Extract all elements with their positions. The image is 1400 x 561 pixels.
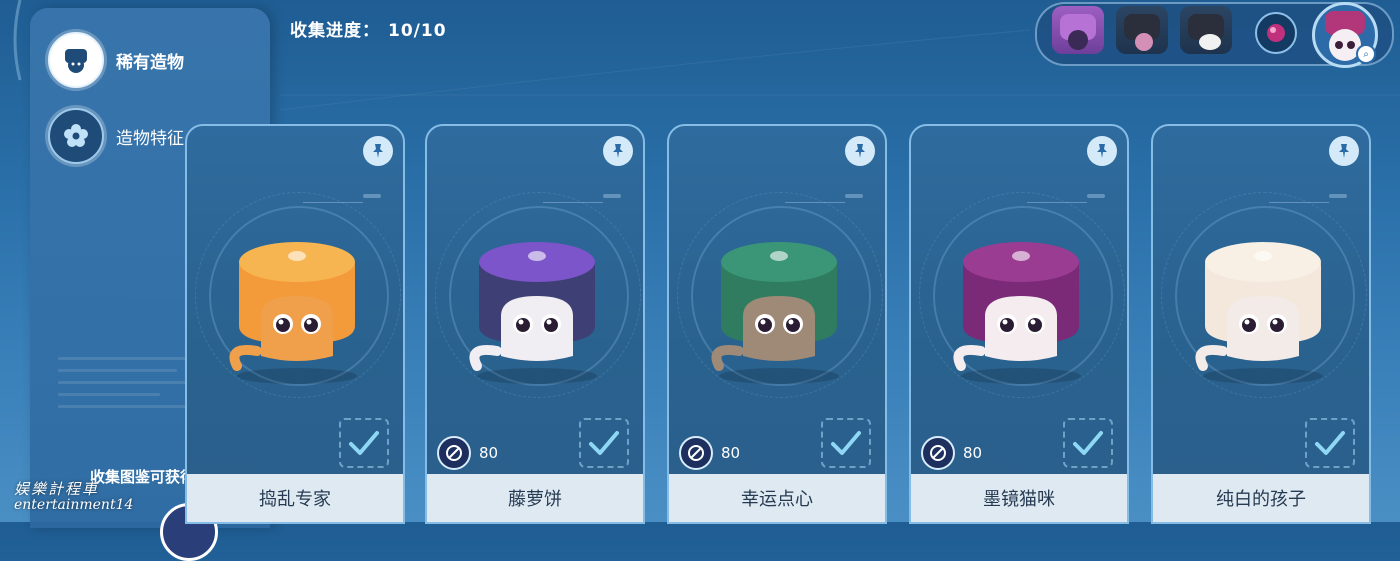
progress-value: 10/10 bbox=[388, 21, 447, 41]
cost-display: 80 bbox=[921, 436, 982, 470]
card-name: 藤萝饼 bbox=[427, 474, 643, 522]
currency-icon bbox=[921, 436, 955, 470]
pin-icon[interactable] bbox=[1329, 136, 1359, 166]
currency-icon bbox=[437, 436, 471, 470]
creation-card[interactable]: 80 藤萝饼 bbox=[425, 124, 645, 524]
card-line-decoration bbox=[1269, 202, 1329, 203]
card-line-decoration bbox=[303, 202, 363, 203]
card-line-decoration bbox=[543, 202, 603, 203]
creation-card[interactable]: 80 墨镜猫咪 bbox=[909, 124, 1129, 524]
creation-illustration bbox=[1195, 242, 1323, 384]
card-tag-decoration bbox=[363, 194, 381, 198]
creation-illustration bbox=[711, 242, 839, 384]
collected-checkbox bbox=[579, 418, 629, 468]
hat-avatar-icon bbox=[48, 32, 104, 88]
collected-checkbox bbox=[1063, 418, 1113, 468]
cost-value: 80 bbox=[479, 444, 499, 462]
card-name: 捣乱专家 bbox=[187, 474, 403, 522]
cost-value: 80 bbox=[963, 444, 983, 462]
cost-display: 80 bbox=[679, 436, 740, 470]
collected-checkbox bbox=[339, 418, 389, 468]
card-tag-decoration bbox=[845, 194, 863, 198]
creation-card[interactable]: 捣乱专家 bbox=[185, 124, 405, 524]
collected-checkbox bbox=[1305, 418, 1355, 468]
creation-illustration bbox=[229, 242, 357, 384]
watermark-line2: entertainment14 bbox=[14, 496, 134, 513]
collection-progress: 收集进度： 10/10 bbox=[290, 16, 447, 41]
watermark-line1: 娱樂計程車 bbox=[14, 480, 100, 498]
sidebar-item-creation-traits[interactable]: 造物特征 bbox=[48, 108, 184, 164]
sidebar-item-rare-creations[interactable]: 稀有造物 bbox=[48, 32, 184, 88]
card-name: 纯白的孩子 bbox=[1153, 474, 1369, 522]
collected-checkbox bbox=[821, 418, 871, 468]
purple-hat-thumb[interactable] bbox=[1052, 6, 1104, 54]
sidebar-item-label: 造物特征 bbox=[116, 128, 184, 149]
dark-hat-thumb[interactable] bbox=[1116, 6, 1168, 54]
pin-icon[interactable] bbox=[363, 136, 393, 166]
creation-card[interactable]: 纯白的孩子 bbox=[1151, 124, 1371, 524]
card-name: 墨镜猫咪 bbox=[911, 474, 1127, 522]
card-tag-decoration bbox=[603, 194, 621, 198]
card-tag-decoration bbox=[1087, 194, 1105, 198]
watermark: 娱樂計程車 entertainment14 bbox=[14, 480, 134, 513]
progress-label: 收集进度： bbox=[290, 21, 380, 41]
currency-icon bbox=[679, 436, 713, 470]
gem-selector-icon[interactable] bbox=[1255, 12, 1297, 54]
creation-card[interactable]: 80 幸运点心 bbox=[667, 124, 887, 524]
creation-illustration bbox=[469, 242, 597, 384]
creation-illustration bbox=[953, 242, 1081, 384]
pin-icon[interactable] bbox=[603, 136, 633, 166]
card-name: 幸运点心 bbox=[669, 474, 885, 522]
cost-value: 80 bbox=[721, 444, 741, 462]
pin-icon[interactable] bbox=[845, 136, 875, 166]
card-line-decoration bbox=[785, 202, 845, 203]
pin-icon[interactable] bbox=[1087, 136, 1117, 166]
search-icon[interactable]: ⌕ bbox=[1356, 44, 1376, 64]
flower-badge-icon bbox=[48, 108, 104, 164]
sidebar-item-label: 稀有造物 bbox=[116, 52, 184, 73]
cost-display: 80 bbox=[437, 436, 498, 470]
card-line-decoration bbox=[1027, 202, 1087, 203]
white-hat-thumb[interactable] bbox=[1180, 6, 1232, 54]
card-tag-decoration bbox=[1329, 194, 1347, 198]
